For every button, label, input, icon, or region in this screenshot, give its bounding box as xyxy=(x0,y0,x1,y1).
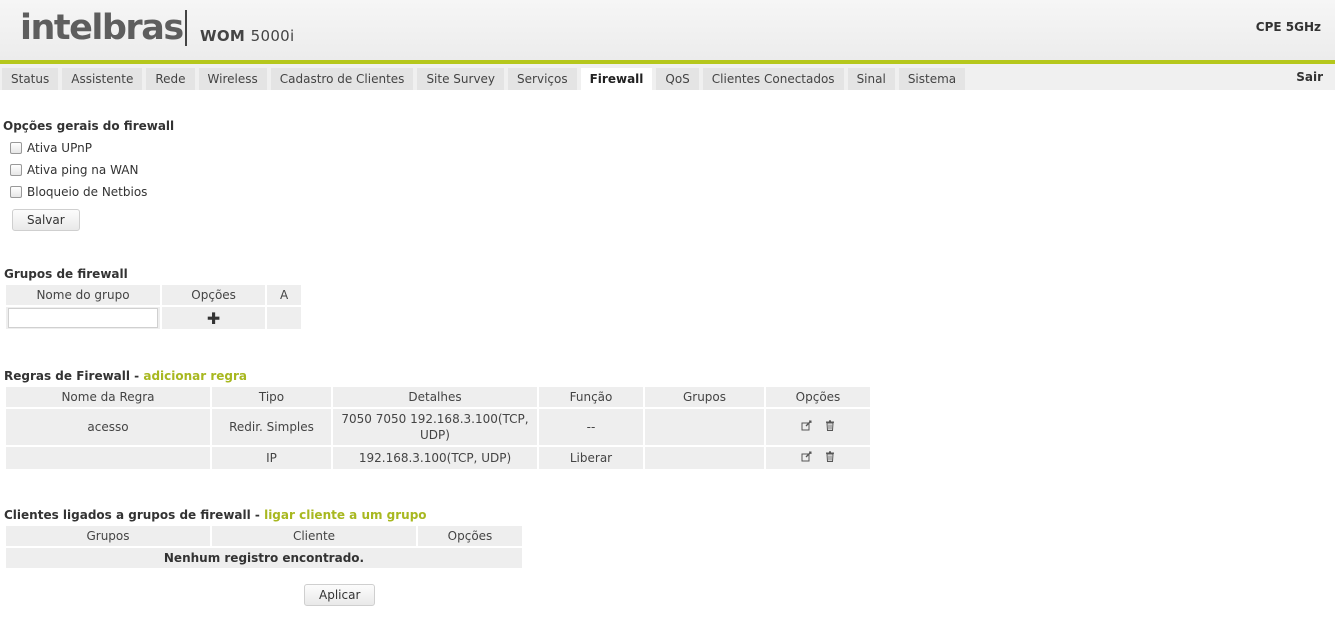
rule-function-cell: -- xyxy=(539,409,643,445)
netbios-label: Bloqueio de Netbios xyxy=(27,185,148,199)
tab-assistente[interactable]: Assistente xyxy=(62,68,143,90)
rule-details-cell: 192.168.3.100(TCP, UDP) xyxy=(333,447,537,469)
header-divider xyxy=(185,10,187,46)
option-ping-wan: Ativa ping na WAN xyxy=(10,162,138,178)
header-group-name: Nome do grupo xyxy=(6,285,160,305)
rule-type-cell: IP xyxy=(212,447,331,469)
tab-cadastro-de-clientes[interactable]: Cadastro de Clientes xyxy=(270,68,414,90)
firewall-groups-table: Nome do grupo Opções A ✚ xyxy=(4,283,303,331)
clients-title-text: Clientes ligados a grupos de firewall xyxy=(4,508,251,522)
group-add-cell: ✚ xyxy=(162,307,266,329)
header-rule-groups: Grupos xyxy=(645,387,764,407)
ping-wan-checkbox[interactable] xyxy=(10,164,22,176)
rule-name-cell xyxy=(6,447,210,469)
clients-groups-table: Grupos Cliente Opções Nenhum registro en… xyxy=(4,524,524,570)
header-client-groups: Grupos xyxy=(6,526,210,546)
tab-clientes-conectados[interactable]: Clientes Conectados xyxy=(702,68,844,90)
group-name-cell xyxy=(6,307,160,329)
upnp-checkbox[interactable] xyxy=(10,142,22,154)
product-suffix: 5000i xyxy=(250,27,295,45)
tab-sinal[interactable]: Sinal xyxy=(847,68,895,90)
header-rule-function: Função xyxy=(539,387,643,407)
option-upnp: Ativa UPnP xyxy=(10,140,92,156)
general-options-title: Opções gerais do firewall xyxy=(3,119,175,133)
rule-function-cell: Liberar xyxy=(539,447,643,469)
tab-servicos[interactable]: Serviços xyxy=(508,68,577,90)
product-model: WOM xyxy=(200,27,246,45)
add-rule-link[interactable]: adicionar regra xyxy=(143,369,247,383)
intelbras-logo: intelbras xyxy=(20,8,184,48)
firewall-rules-title: Regras de Firewall - adicionar regra xyxy=(4,369,247,383)
table-row: acesso Redir. Simples 7050 7050 192.168.… xyxy=(6,409,870,445)
rule-groups-cell xyxy=(645,409,764,445)
rule-details-cell: 7050 7050 192.168.3.100(TCP, UDP) xyxy=(333,409,537,445)
header-client-options: Opções xyxy=(418,526,522,546)
tab-sistema[interactable]: Sistema xyxy=(898,68,966,90)
table-row: IP 192.168.3.100(TCP, UDP) Liberar xyxy=(6,447,870,469)
header-group-a: A xyxy=(267,285,301,305)
rules-title-text: Regras de Firewall xyxy=(4,369,130,383)
group-name-input[interactable] xyxy=(8,308,158,328)
rules-title-separator: - xyxy=(130,369,144,383)
logout-link[interactable]: Sair xyxy=(1296,70,1323,84)
tab-firewall[interactable]: Firewall xyxy=(580,68,653,90)
apply-button[interactable]: Aplicar xyxy=(304,584,376,606)
tab-qos[interactable]: QoS xyxy=(656,68,699,90)
product-name: WOM 5000i xyxy=(200,27,295,45)
rule-type-cell: Redir. Simples xyxy=(212,409,331,445)
empty-message: Nenhum registro encontrado. xyxy=(6,548,522,568)
header-rule-options: Opções xyxy=(766,387,870,407)
header-rule-name: Nome da Regra xyxy=(6,387,210,407)
firewall-rules-table: Nome da Regra Tipo Detalhes Função Grupo… xyxy=(4,385,872,471)
device-type-label: CPE 5GHz xyxy=(1255,20,1321,34)
tab-site-survey[interactable]: Site Survey xyxy=(417,68,505,90)
tab-status[interactable]: Status xyxy=(2,68,59,90)
rule-groups-cell xyxy=(645,447,764,469)
clients-groups-title: Clientes ligados a grupos de firewall - … xyxy=(4,508,427,522)
trash-icon[interactable] xyxy=(825,420,835,434)
header: intelbras WOM 5000i CPE 5GHz xyxy=(0,0,1335,60)
tab-rede[interactable]: Rede xyxy=(146,68,195,90)
plus-icon[interactable]: ✚ xyxy=(207,309,220,328)
rule-options-cell xyxy=(766,409,870,445)
clients-title-separator: - xyxy=(250,508,265,522)
save-button[interactable]: Salvar xyxy=(12,209,80,231)
header-rule-details: Detalhes xyxy=(333,387,537,407)
header-group-options: Opções xyxy=(162,285,266,305)
trash-icon[interactable] xyxy=(825,451,835,465)
group-a-cell xyxy=(267,307,301,329)
header-rule-type: Tipo xyxy=(212,387,331,407)
netbios-checkbox[interactable] xyxy=(10,186,22,198)
edit-icon[interactable] xyxy=(801,451,812,465)
firewall-groups-title: Grupos de firewall xyxy=(4,267,128,281)
tab-wireless[interactable]: Wireless xyxy=(198,68,267,90)
rule-name-cell: acesso xyxy=(6,409,210,445)
header-client: Cliente xyxy=(212,526,416,546)
link-client-group-link[interactable]: ligar cliente a um grupo xyxy=(264,508,426,522)
option-netbios: Bloqueio de Netbios xyxy=(10,184,147,200)
upnp-label: Ativa UPnP xyxy=(27,141,92,155)
ping-wan-label: Ativa ping na WAN xyxy=(27,163,139,177)
main-nav: Status Assistente Rede Wireless Cadastro… xyxy=(0,64,1335,90)
edit-icon[interactable] xyxy=(801,420,812,434)
rule-options-cell xyxy=(766,447,870,469)
